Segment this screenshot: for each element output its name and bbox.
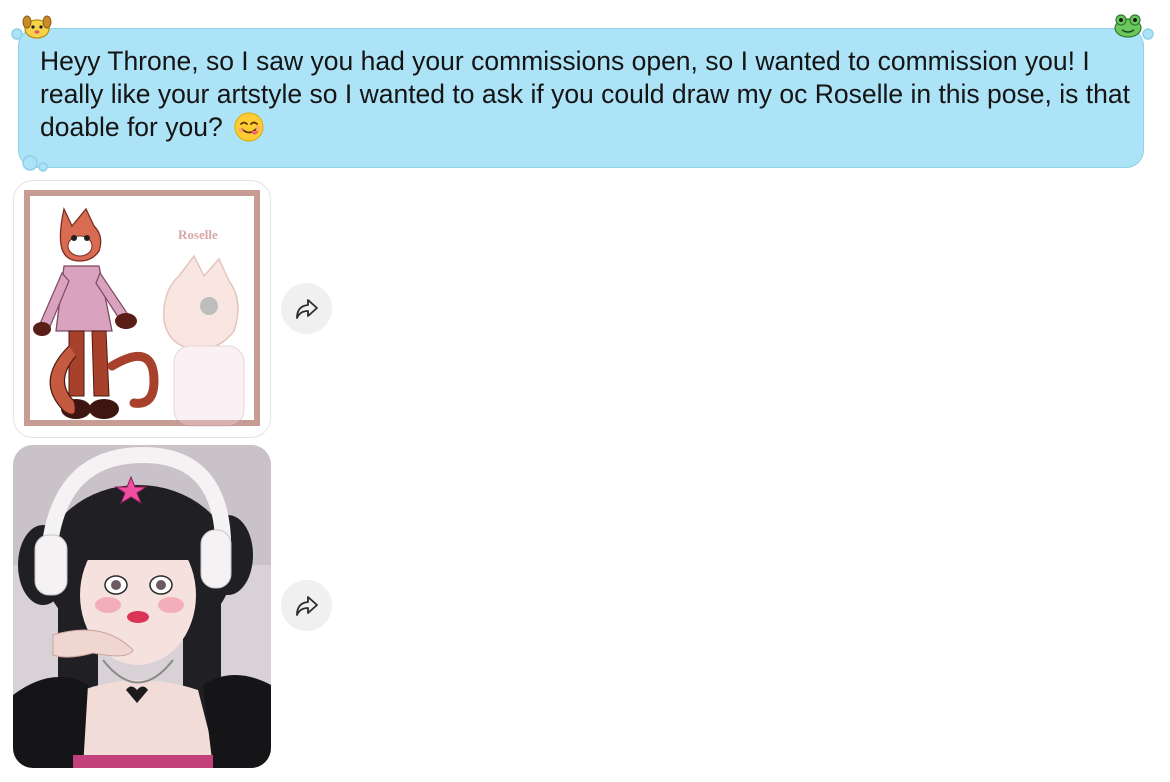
yum-emoji-icon xyxy=(234,112,264,150)
message-text: Heyy Throne, so I saw you had your commi… xyxy=(40,46,1130,142)
dog-sticker-icon xyxy=(22,15,52,39)
character-sheet-image xyxy=(24,190,260,427)
character-name-label: Roselle xyxy=(178,227,218,242)
message-text-container: Heyy Throne, so I saw you had your commi… xyxy=(40,45,1130,150)
image-attachment-character-sheet[interactable]: Roselle xyxy=(13,180,271,438)
message-bubble[interactable]: Heyy Throne, so I saw you had your commi… xyxy=(18,28,1144,168)
pose-reference-image xyxy=(13,445,271,768)
share-icon xyxy=(295,595,318,616)
frog-sticker-icon xyxy=(1114,14,1142,38)
share-icon xyxy=(295,298,318,319)
share-button[interactable] xyxy=(281,283,332,334)
bubble-tail-icon xyxy=(22,155,48,172)
share-button[interactable] xyxy=(281,580,332,631)
image-attachment-pose-reference[interactable] xyxy=(13,445,271,768)
chat-view: Heyy Throne, so I saw you had your commi… xyxy=(0,0,1170,782)
